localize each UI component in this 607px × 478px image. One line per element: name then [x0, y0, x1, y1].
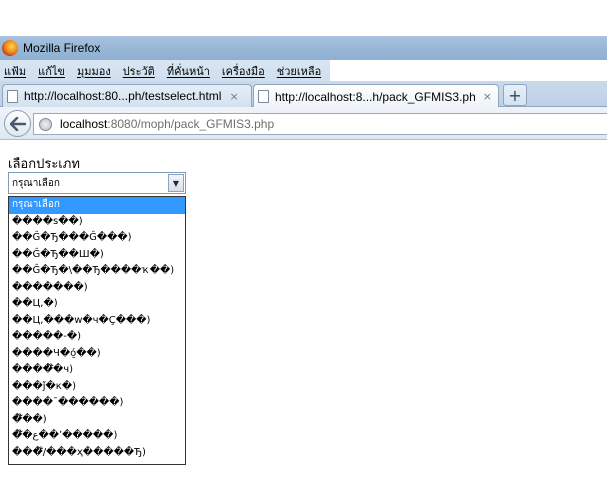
tab-label: http://localhost:80...ph/testselect.html: [24, 89, 222, 103]
dropdown-arrow-icon[interactable]: ▼: [168, 174, 184, 192]
dropdown-option[interactable]: �������): [9, 280, 185, 297]
firefox-logo-icon: [2, 40, 18, 56]
dropdown-option[interactable]: ����ѕ��): [9, 214, 185, 231]
page-icon: [258, 90, 269, 103]
menu-edit[interactable]: แก้ไข: [38, 62, 65, 80]
back-button[interactable]: [4, 110, 31, 137]
dropdown-option[interactable]: ��Ц,�): [9, 296, 185, 313]
page-icon: [7, 89, 18, 103]
navigation-bar: localhost:8080/moph/pack_GFMIS3.php: [0, 107, 607, 140]
menu-file[interactable]: แฟ้ม: [4, 62, 26, 80]
dropdown-option[interactable]: ��Ĝ�Ђ�\��Ђ����ҡ��): [9, 263, 185, 280]
address-bar[interactable]: localhost:8080/moph/pack_GFMIS3.php: [33, 113, 607, 135]
dropdown-option[interactable]: กรุณาเลือก: [9, 197, 185, 214]
url-path: :8080/moph/pack_GFMIS3.php: [107, 117, 275, 131]
dropdown-option[interactable]: ����໊�ч): [9, 362, 185, 379]
menu-history[interactable]: ประวัติ: [123, 62, 155, 80]
menu-bar: แฟ้ม แก้ไข มุมมอง ประวัติ ที่คั่นหน้า เค…: [0, 60, 607, 81]
dropdown-option[interactable]: �໊��): [9, 412, 185, 429]
dropdown-option[interactable]: �����-�): [9, 329, 185, 346]
dropdown-option[interactable]: ���ǰ�к�): [9, 379, 185, 396]
dropdown-list: กรุณาเลือก ����ѕ��) ��Ĝ�Ђ���Ĝ���) ��Ĝ�Ђ�…: [8, 196, 186, 465]
page-heading: เลือกประเภท: [8, 157, 80, 172]
menu-view[interactable]: มุมมอง: [77, 62, 111, 80]
tab-label: http://localhost:8...h/pack_GFMIS3.php: [275, 89, 475, 104]
close-icon[interactable]: ×: [229, 90, 238, 103]
dropdown-option[interactable]: ����¯������): [9, 395, 185, 412]
select-value: กรุณาเลือก: [12, 178, 60, 189]
tab-strip: http://localhost:80...ph/testselect.html…: [0, 81, 607, 108]
dropdown-option[interactable]: �໊�ع��ʼ�����): [9, 428, 185, 445]
window-title: Mozilla Firefox: [23, 41, 101, 55]
dropdown-option[interactable]: ��Ĝ�Ђ��Ш�): [9, 247, 185, 264]
menu-bookmarks[interactable]: ที่คั่นหน้า: [167, 62, 210, 80]
dropdown-option[interactable]: ���໊/���ҳ�����Ђ): [9, 445, 185, 462]
url-host: localhost: [60, 117, 108, 131]
dropdown-option[interactable]: ��Ĝ�Ђ���Ĝ���): [9, 230, 185, 247]
menu-bar-blank-area: [330, 60, 607, 81]
tab-pack-gfmis3[interactable]: http://localhost:8...h/pack_GFMIS3.php ×: [253, 84, 499, 108]
window-title-bar: Mozilla Firefox: [0, 36, 607, 60]
site-identity-icon[interactable]: [39, 117, 52, 131]
dropdown-option[interactable]: ����Ч�ó̱��): [9, 346, 185, 363]
close-icon[interactable]: ×: [483, 90, 492, 103]
type-select[interactable]: กรุณาเลือก ▼: [8, 172, 186, 194]
tab-testselect[interactable]: http://localhost:80...ph/testselect.html…: [2, 84, 252, 107]
menu-tools[interactable]: เครื่องมือ: [222, 62, 265, 80]
back-arrow-icon: [9, 116, 26, 131]
menu-help[interactable]: ช่วยเหลือ: [277, 62, 321, 80]
dropdown-option[interactable]: ��Ц,���w�ч�Ç���): [9, 313, 185, 330]
new-tab-button[interactable]: +: [503, 84, 527, 106]
